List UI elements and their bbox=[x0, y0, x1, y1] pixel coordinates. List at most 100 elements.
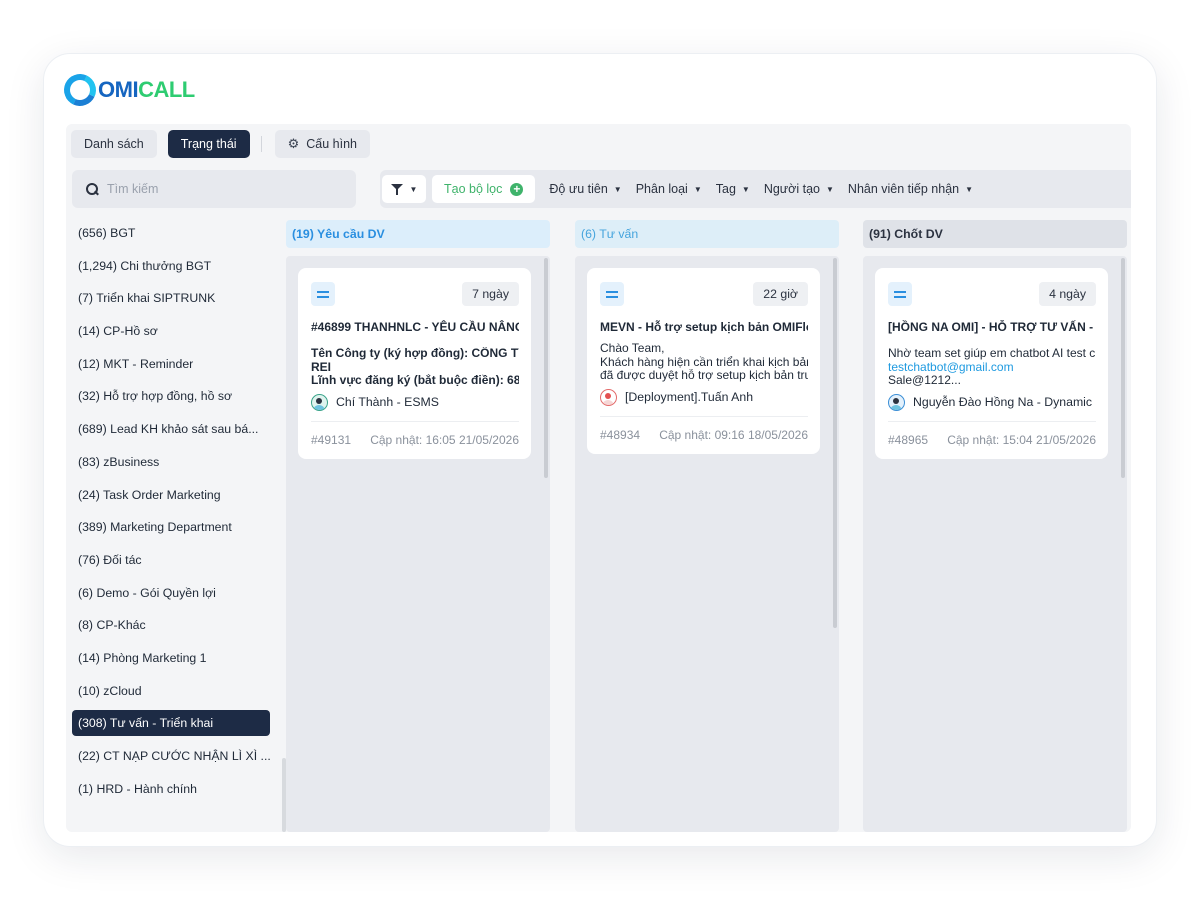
ticket-description-line: Lĩnh vực đăng ký (bắt buộc điền): 6810 bbox=[311, 374, 519, 387]
ticket-description: Nhờ team set giúp em chatbot AI test cho… bbox=[888, 347, 1096, 388]
ticket-age-badge: 22 giờ bbox=[753, 282, 808, 306]
ticket-description: Tên Công ty (ký hợp đồng): CÔNG TY TNHH … bbox=[311, 347, 519, 388]
chevron-down-icon: ▼ bbox=[693, 184, 702, 194]
sidebar-item-demo-goi-quyen-loi[interactable]: (6) Demo - Gói Quyền lợi bbox=[72, 580, 282, 606]
ticket-title: [HỒNG NA OMI] - HỖ TRỢ TƯ VẤN - bbox=[888, 320, 1094, 334]
chevron-down-icon: ▼ bbox=[826, 184, 834, 194]
avatar bbox=[600, 388, 617, 406]
sidebar-item-task-order-marketing[interactable]: (24) Task Order Marketing bbox=[72, 482, 282, 508]
column-scrollbar[interactable] bbox=[1121, 258, 1125, 478]
chevron-down-icon: ▼ bbox=[965, 184, 974, 194]
ticket-assignee: Chí Thành - ESMS bbox=[311, 393, 519, 411]
sidebar-item-mkt-reminder[interactable]: (12) MKT - Reminder bbox=[72, 351, 282, 377]
column-body: 7 ngày #46899 THANHNLC - YÊU CẦU NÂNG CẤ… bbox=[286, 256, 550, 832]
ticket-updated: Cập nhật: 15:04 21/05/2026 bbox=[947, 433, 1096, 447]
ticket-updated: Cập nhật: 16:05 21/05/2026 bbox=[370, 433, 519, 447]
ticket-description-line: Tên Công ty (ký hợp đồng): CÔNG TY TNHH bbox=[311, 347, 519, 360]
assignee-name: [Deployment].Tuấn Anh bbox=[625, 390, 754, 404]
sidebar-item-tu-van-trien-khai[interactable]: (308) Tư vấn - Triển khai bbox=[72, 710, 270, 737]
sidebar-item-bgt[interactable]: (656) BGT bbox=[72, 220, 282, 246]
ticket-description-line: REI bbox=[311, 360, 332, 374]
ticket-id: #49131 bbox=[311, 433, 352, 447]
ticket-email-link[interactable]: testchatbot@gmail.com bbox=[888, 361, 1096, 375]
ticket-description-line: đã được duyệt hỗ trợ setup kịch bản trướ… bbox=[600, 369, 808, 382]
search-box bbox=[72, 170, 356, 208]
app-content: Danh sách Trạng thái ⚙ Cấu hình ▼ Tạo bộ… bbox=[66, 124, 1131, 832]
sidebar-item-hrd-hanh-chinh[interactable]: (1) HRD - Hành chính bbox=[72, 776, 282, 802]
ticket-age-badge: 7 ngày bbox=[462, 282, 519, 306]
tab-divider bbox=[260, 136, 262, 152]
priority-medium-icon bbox=[311, 282, 335, 306]
priority-dropdown-label: Độ ưu tiên bbox=[549, 182, 608, 196]
category-sidebar: (656) BGT (1,294) Chi thưởng BGT (7) Tri… bbox=[72, 220, 286, 832]
create-filter-button[interactable]: Tạo bộ lọc + bbox=[432, 175, 536, 203]
ticket-assignee: Nguyễn Đào Hồng Na - Dynamic bbox=[888, 393, 1096, 411]
column-header: (6) Tư vấn bbox=[575, 220, 839, 248]
priority-medium-icon bbox=[600, 282, 624, 306]
sidebar-item-cp-ho-so[interactable]: (14) CP-Hồ sơ bbox=[72, 318, 282, 344]
sidebar-item-cp-khac[interactable]: (8) CP-Khác bbox=[72, 612, 282, 638]
funnel-icon bbox=[390, 183, 403, 195]
ticket-footer: #48965 Cập nhật: 15:04 21/05/2026 bbox=[888, 420, 1096, 459]
ticket-description-line: Sale@1212... bbox=[888, 374, 961, 387]
tab-config[interactable]: ⚙ Cấu hình bbox=[274, 130, 370, 158]
gear-icon: ⚙ bbox=[287, 136, 300, 151]
search-input[interactable] bbox=[107, 182, 337, 196]
sidebar-item-zcloud[interactable]: (10) zCloud bbox=[72, 678, 282, 704]
column-scrollbar[interactable] bbox=[544, 258, 548, 478]
ticket-title: MEVN - Hỗ trợ setup kịch bản OMIFlow bbox=[600, 320, 808, 334]
view-tabs: Danh sách Trạng thái ⚙ Cấu hình bbox=[71, 130, 381, 158]
tag-dropdown[interactable]: Tag ▼ bbox=[716, 182, 750, 196]
ticket-age-badge: 4 ngày bbox=[1039, 282, 1096, 306]
assignee-dropdown[interactable]: Nhân viên tiếp nhận ▼ bbox=[848, 182, 973, 196]
filter-bar: ▼ Tạo bộ lọc + Độ ưu tiên ▼ Phân loại ▼ … bbox=[380, 170, 1131, 208]
priority-dropdown[interactable]: Độ ưu tiên ▼ bbox=[549, 182, 621, 196]
ticket-card[interactable]: 4 ngày [HỒNG NA OMI] - HỖ TRỢ TƯ VẤN - N… bbox=[875, 268, 1108, 459]
logo-ring-icon bbox=[59, 69, 101, 111]
omicall-logo: OMICALL bbox=[59, 69, 195, 111]
assignee-name: Nguyễn Đào Hồng Na - Dynamic bbox=[913, 395, 1093, 409]
column-body: 4 ngày [HỒNG NA OMI] - HỖ TRỢ TƯ VẤN - N… bbox=[863, 256, 1127, 832]
app-frame: OMICALL Danh sách Trạng thái ⚙ Cấu hình … bbox=[44, 54, 1156, 846]
plus-icon: + bbox=[510, 182, 524, 196]
chevron-down-icon: ▼ bbox=[409, 184, 418, 194]
search-icon bbox=[86, 183, 98, 195]
kanban-column: (6) Tư vấn 22 giờ MEVN - Hỗ trợ setup kị… bbox=[575, 220, 839, 832]
sidebar-item-phong-marketing-1[interactable]: (14) Phòng Marketing 1 bbox=[72, 645, 282, 671]
kanban-column: (19) Yêu cầu DV 7 ngày #46899 THANHNLC -… bbox=[286, 220, 550, 832]
category-dropdown-label: Phân loại bbox=[635, 182, 688, 196]
ticket-card[interactable]: 22 giờ MEVN - Hỗ trợ setup kịch bản OMIF… bbox=[587, 268, 820, 454]
ticket-updated: Cập nhật: 09:16 18/05/2026 bbox=[659, 428, 808, 442]
tag-dropdown-label: Tag bbox=[715, 182, 736, 196]
avatar bbox=[311, 393, 328, 411]
sidebar-item-ho-tro-hop-dong[interactable]: (32) Hỗ trợ hợp đồng, hồ sơ bbox=[72, 383, 282, 409]
avatar bbox=[888, 393, 905, 411]
create-filter-label: Tạo bộ lọc bbox=[444, 182, 503, 196]
column-scrollbar[interactable] bbox=[833, 258, 837, 628]
ticket-id: #48965 bbox=[888, 433, 929, 447]
sidebar-item-zbusiness[interactable]: (83) zBusiness bbox=[72, 449, 282, 475]
tab-status[interactable]: Trạng thái bbox=[167, 130, 250, 158]
ticket-card[interactable]: 7 ngày #46899 THANHNLC - YÊU CẦU NÂNG CẤ… bbox=[298, 268, 531, 459]
sidebar-item-lead-kh[interactable]: (689) Lead KH khảo sát sau bá... bbox=[72, 416, 282, 442]
ticket-footer: #48934 Cập nhật: 09:16 18/05/2026 bbox=[600, 415, 808, 454]
tab-config-label: Cấu hình bbox=[306, 137, 357, 151]
sidebar-item-chi-thuong-bgt[interactable]: (1,294) Chi thưởng BGT bbox=[72, 253, 282, 279]
tab-list[interactable]: Danh sách bbox=[71, 130, 157, 158]
column-header: (91) Chốt DV bbox=[863, 220, 1127, 248]
sidebar-item-ct-nap-cuoc[interactable]: (22) CT NẠP CƯỚC NHẬN LÌ XÌ ... bbox=[72, 743, 282, 769]
category-dropdown[interactable]: Phân loại ▼ bbox=[636, 182, 702, 196]
sidebar-item-trien-khai-siptrunk[interactable]: (7) Triển khai SIPTRUNK bbox=[72, 285, 282, 311]
sidebar-item-marketing-department[interactable]: (389) Marketing Department bbox=[72, 514, 282, 540]
logo-text-call: CALL bbox=[138, 77, 195, 102]
ticket-description-line: Chào Team, bbox=[600, 342, 665, 355]
column-header: (19) Yêu cầu DV bbox=[286, 220, 550, 248]
chevron-down-icon: ▼ bbox=[741, 184, 750, 194]
ticket-footer: #49131 Cập nhật: 16:05 21/05/2026 bbox=[311, 420, 519, 459]
priority-medium-icon bbox=[888, 282, 912, 306]
filter-menu-button[interactable]: ▼ bbox=[382, 175, 426, 203]
logo-text-omi: OMI bbox=[98, 77, 139, 102]
sidebar-item-doi-tac[interactable]: (76) Đối tác bbox=[72, 547, 282, 573]
ticket-id: #48934 bbox=[600, 428, 641, 442]
creator-dropdown[interactable]: Người tạo ▼ bbox=[764, 182, 834, 196]
